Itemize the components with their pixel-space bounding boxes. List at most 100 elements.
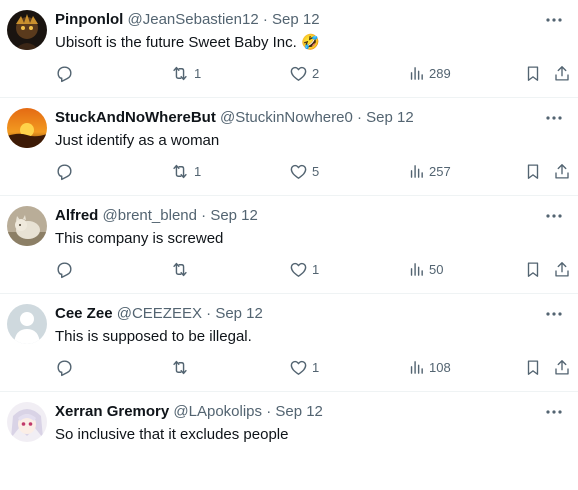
share-icon xyxy=(555,359,569,375)
more-icon xyxy=(546,214,562,218)
bookmark-button[interactable] xyxy=(524,62,542,84)
post-date[interactable]: Sep 12 xyxy=(275,403,323,420)
action-bar: 1 5 257 xyxy=(0,160,578,182)
post[interactable]: StuckAndNoWhereBut @StuckinNowhere0 · Se… xyxy=(0,98,578,196)
avatar[interactable] xyxy=(7,206,47,246)
bookmark-button[interactable] xyxy=(524,258,542,280)
reply-button[interactable] xyxy=(55,356,78,378)
post[interactable]: Cee Zee @CEEZEEX · Sep 12 This is suppos… xyxy=(0,294,578,392)
share-button[interactable] xyxy=(553,356,571,378)
share-button[interactable] xyxy=(553,258,571,280)
like-button[interactable]: 5 xyxy=(289,160,319,182)
more-options-button[interactable] xyxy=(544,206,564,226)
author-name[interactable]: Pinponlol xyxy=(55,11,123,28)
author-name[interactable]: Cee Zee xyxy=(55,305,113,322)
avatar[interactable] xyxy=(7,10,47,50)
more-options-button[interactable] xyxy=(544,402,564,422)
repost-icon xyxy=(173,66,187,80)
avatar[interactable] xyxy=(7,402,47,442)
bookmark-icon xyxy=(527,261,539,277)
author-handle[interactable]: @JeanSebastien12 xyxy=(128,11,259,28)
share-icon xyxy=(555,65,569,81)
post-text: Ubisoft is the future Sweet Baby Inc. 🤣 xyxy=(55,34,320,51)
post[interactable]: Xerran Gremory @LApokolips · Sep 12 So i… xyxy=(0,392,578,490)
like-count: 2 xyxy=(312,65,320,81)
separator: · xyxy=(262,11,268,28)
action-bar: 1 2 289 xyxy=(0,62,578,84)
like-count: 1 xyxy=(312,359,320,375)
heart-icon xyxy=(290,66,307,81)
post-text: So inclusive that it excludes people xyxy=(55,426,289,443)
views-button[interactable]: 257 xyxy=(408,160,451,182)
post[interactable]: Alfred @brent_blend · Sep 12 This compan… xyxy=(0,196,578,294)
post[interactable]: Pinponlol @JeanSebastien12 · Sep 12 Ubis… xyxy=(0,0,578,98)
author-handle[interactable]: @CEEZEEX xyxy=(117,305,202,322)
like-count: 5 xyxy=(312,163,320,179)
view-count: 108 xyxy=(429,359,451,375)
more-options-button[interactable] xyxy=(544,304,564,324)
heart-icon xyxy=(290,262,307,277)
bookmark-button[interactable] xyxy=(524,160,542,182)
post-date[interactable]: Sep 12 xyxy=(210,207,258,224)
more-icon xyxy=(546,312,562,316)
post-header: Xerran Gremory @LApokolips · Sep 12 xyxy=(55,403,323,421)
action-bar: 1 50 xyxy=(0,258,578,280)
heart-icon xyxy=(290,360,307,375)
more-icon xyxy=(546,116,562,120)
separator: · xyxy=(201,207,207,224)
author-handle[interactable]: @brent_blend xyxy=(103,207,197,224)
author-name[interactable]: Alfred xyxy=(55,207,98,224)
more-options-button[interactable] xyxy=(544,108,564,128)
action-bar: 1 108 xyxy=(0,356,578,378)
reply-icon xyxy=(57,261,72,278)
repost-count: 1 xyxy=(194,163,202,179)
reply-button[interactable] xyxy=(55,62,78,84)
repost-icon xyxy=(173,164,187,178)
more-icon xyxy=(546,18,562,22)
bookmark-icon xyxy=(527,65,539,81)
author-name[interactable]: Xerran Gremory xyxy=(55,403,169,420)
avatar[interactable] xyxy=(7,304,47,344)
repost-button[interactable]: 1 xyxy=(170,62,201,84)
repost-icon xyxy=(173,360,187,374)
bookmark-button[interactable] xyxy=(524,356,542,378)
reply-feed: Pinponlol @JeanSebastien12 · Sep 12 Ubis… xyxy=(0,0,578,490)
share-icon xyxy=(555,163,569,179)
post-text: This is supposed to be illegal. xyxy=(55,328,252,345)
reply-button[interactable] xyxy=(55,258,78,280)
post-date[interactable]: Sep 12 xyxy=(366,109,414,126)
reply-button[interactable] xyxy=(55,160,78,182)
reply-icon xyxy=(57,359,72,376)
repost-button[interactable] xyxy=(170,356,194,378)
like-button[interactable]: 1 xyxy=(289,258,319,280)
post-date[interactable]: Sep 12 xyxy=(272,11,320,28)
repost-button[interactable] xyxy=(170,258,194,280)
views-button[interactable]: 50 xyxy=(408,258,443,280)
avatar[interactable] xyxy=(7,108,47,148)
post-date[interactable]: Sep 12 xyxy=(215,305,263,322)
view-count: 289 xyxy=(429,65,451,81)
share-button[interactable] xyxy=(553,62,571,84)
separator: · xyxy=(266,403,272,420)
more-options-button[interactable] xyxy=(544,10,564,30)
like-button[interactable]: 2 xyxy=(289,62,319,84)
bookmark-icon xyxy=(527,359,539,375)
views-chart-icon xyxy=(410,164,423,178)
repost-button[interactable]: 1 xyxy=(170,160,201,182)
share-button[interactable] xyxy=(553,160,571,182)
author-handle[interactable]: @LApokolips xyxy=(173,403,262,420)
post-text: This company is screwed xyxy=(55,230,224,247)
reply-icon xyxy=(57,163,72,180)
repost-icon xyxy=(173,262,187,276)
views-button[interactable]: 108 xyxy=(408,356,451,378)
bookmark-icon xyxy=(527,163,539,179)
view-count: 50 xyxy=(429,261,444,277)
author-name[interactable]: StuckAndNoWhereBut xyxy=(55,109,216,126)
share-icon xyxy=(555,261,569,277)
like-button[interactable]: 1 xyxy=(289,356,319,378)
post-text: Just identify as a woman xyxy=(55,132,220,149)
post-header: StuckAndNoWhereBut @StuckinNowhere0 · Se… xyxy=(55,109,414,127)
views-button[interactable]: 289 xyxy=(408,62,451,84)
author-handle[interactable]: @StuckinNowhere0 xyxy=(220,109,353,126)
like-count: 1 xyxy=(312,261,320,277)
